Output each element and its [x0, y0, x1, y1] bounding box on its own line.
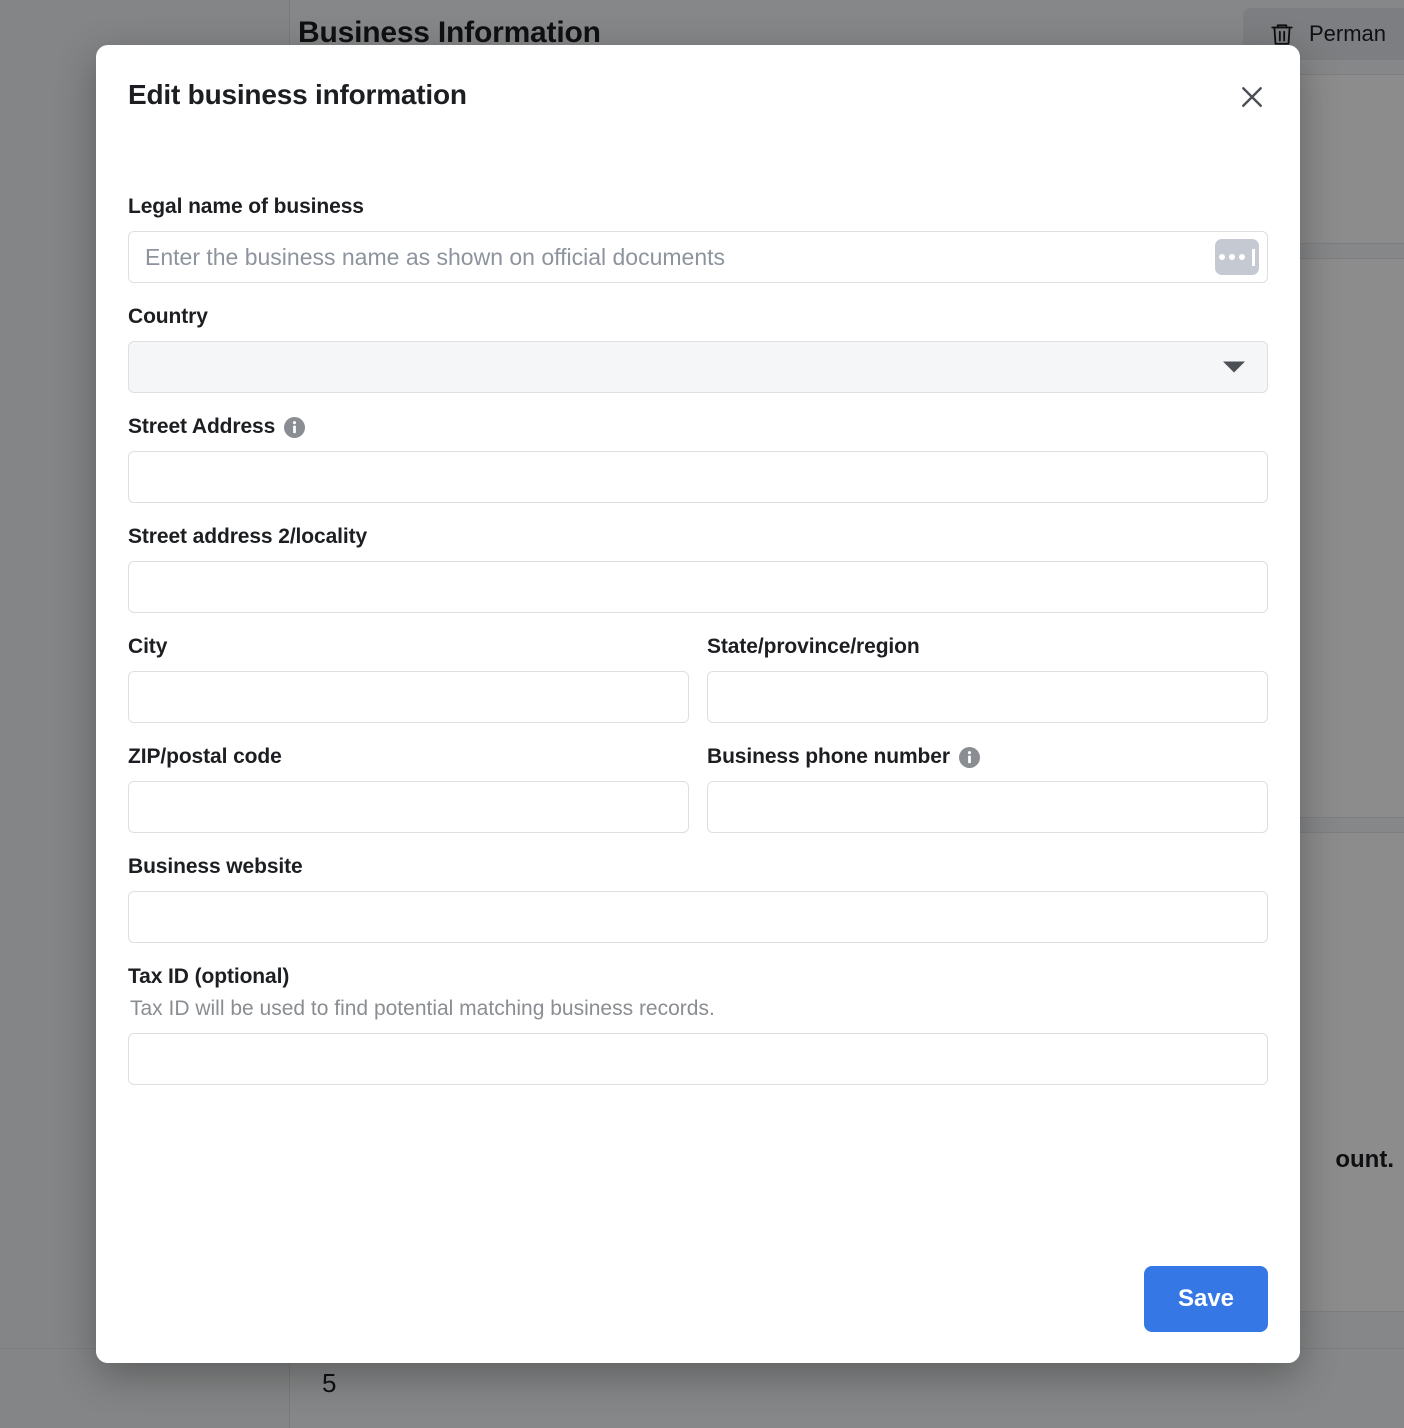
state-column: State/province/region [707, 635, 1268, 723]
field-zip: ZIP/postal code [128, 745, 689, 833]
street-address-2-label: Street address 2/locality [128, 525, 1268, 549]
save-button[interactable]: Save [1144, 1266, 1268, 1332]
dialog-body: Legal name of business Enter the busines… [96, 195, 1300, 1235]
ellipsis-caret-bar [1252, 249, 1255, 266]
state-label: State/province/region [707, 635, 1268, 659]
page-root: Business Information Perman ount. 5 Edit… [0, 0, 1404, 1428]
country-label: Country [128, 305, 1268, 329]
tax-id-input[interactable] [128, 1033, 1268, 1085]
zip-phone-row: ZIP/postal code Business phone number [128, 745, 1268, 833]
close-button[interactable] [1228, 73, 1276, 121]
zip-label: ZIP/postal code [128, 745, 689, 769]
ellipsis-dot [1229, 254, 1235, 260]
ellipsis-dot [1219, 254, 1225, 260]
state-input[interactable] [707, 671, 1268, 723]
street-address-2-input[interactable] [128, 561, 1268, 613]
chevron-down-icon [1223, 362, 1245, 373]
phone-label: Business phone number [707, 745, 1268, 769]
legal-name-label: Legal name of business [128, 195, 1268, 219]
field-country: Country [128, 305, 1268, 393]
dialog-title: Edit business information [128, 79, 1268, 111]
field-tax-id: Tax ID (optional) Tax ID will be used to… [128, 965, 1268, 1085]
field-city: City [128, 635, 689, 723]
city-column: City [128, 635, 689, 723]
dialog-header: Edit business information [96, 45, 1300, 195]
ellipsis-dot [1239, 254, 1245, 260]
website-input[interactable] [128, 891, 1268, 943]
country-select[interactable] [128, 341, 1268, 393]
website-label: Business website [128, 855, 1268, 879]
tax-id-label: Tax ID (optional) [128, 965, 1268, 989]
city-state-row: City State/province/region [128, 635, 1268, 723]
city-label: City [128, 635, 689, 659]
legal-name-placeholder: Enter the business name as shown on offi… [145, 244, 725, 271]
field-website: Business website [128, 855, 1268, 943]
phone-input[interactable] [707, 781, 1268, 833]
city-input[interactable] [128, 671, 689, 723]
edit-business-information-dialog: Edit business information Legal name of … [96, 45, 1300, 1363]
info-icon[interactable] [959, 747, 980, 768]
legal-name-input[interactable]: Enter the business name as shown on offi… [128, 231, 1268, 283]
close-icon [1237, 82, 1267, 112]
field-street-address-2: Street address 2/locality [128, 525, 1268, 613]
zip-column: ZIP/postal code [128, 745, 689, 833]
info-icon[interactable] [284, 417, 305, 438]
phone-column: Business phone number [707, 745, 1268, 833]
dialog-footer: Save [96, 1235, 1300, 1363]
zip-input[interactable] [128, 781, 689, 833]
ellipsis-icon[interactable] [1215, 239, 1259, 275]
street-address-input[interactable] [128, 451, 1268, 503]
field-state: State/province/region [707, 635, 1268, 723]
street-address-label: Street Address [128, 415, 1268, 439]
field-phone: Business phone number [707, 745, 1268, 833]
field-legal-name: Legal name of business Enter the busines… [128, 195, 1268, 283]
field-street-address: Street Address [128, 415, 1268, 503]
tax-id-help-text: Tax ID will be used to find potential ma… [130, 997, 1268, 1021]
